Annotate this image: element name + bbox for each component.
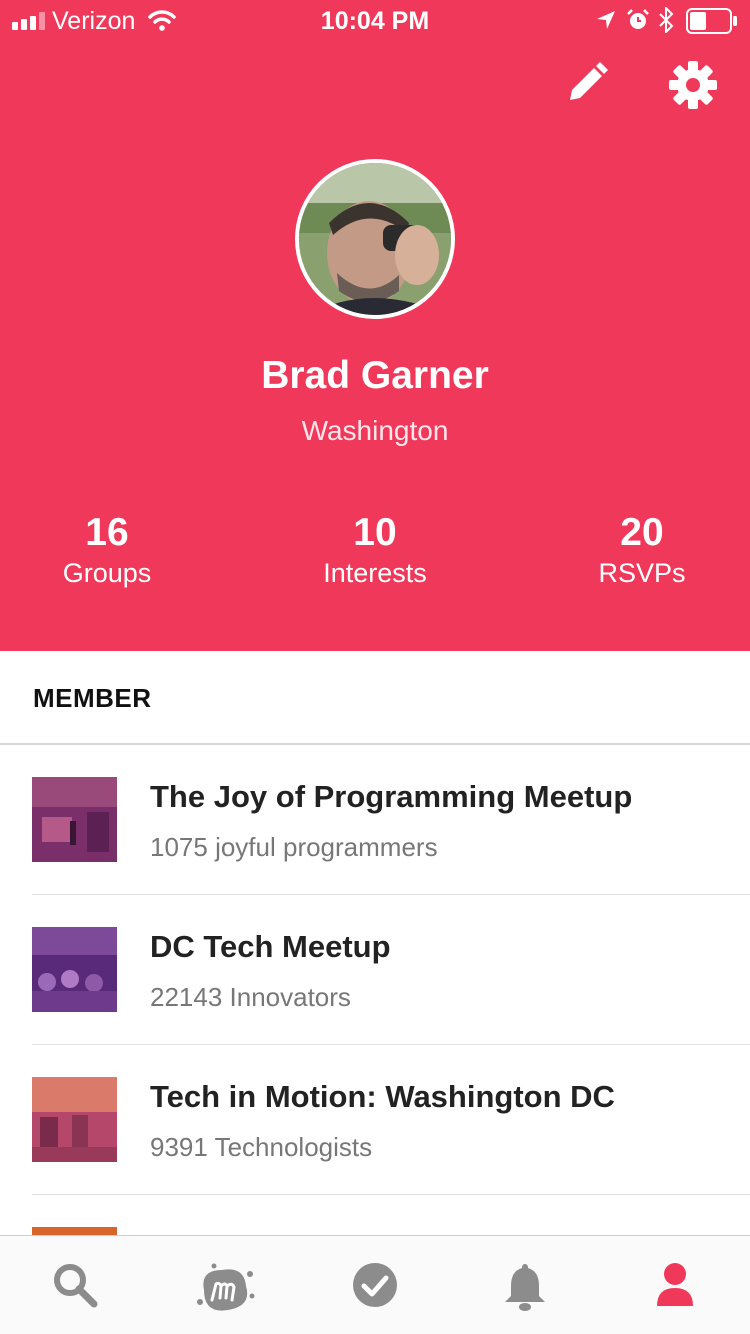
profile-location: Washington (301, 415, 449, 446)
group-member-count: 9391 Technologists (150, 1132, 373, 1162)
avatar-photo (299, 163, 451, 315)
list-item[interactable]: DC Tech Meetup 22143 Innovators (0, 895, 750, 1045)
meetup-logo-icon (197, 1263, 255, 1311)
tab-notifications[interactable] (450, 1236, 600, 1334)
list-item[interactable]: Tech in Motion: Washington DC 9391 Techn… (0, 1045, 750, 1195)
section-title: MEMBER (33, 683, 152, 713)
tab-explore[interactable] (150, 1236, 300, 1334)
group-name: DC Tech Meetup (150, 929, 391, 964)
stat-value: 20 (620, 511, 664, 554)
stat-label: RSVPs (598, 558, 686, 588)
edit-icon (570, 62, 608, 100)
settings-icon (669, 61, 717, 109)
alarm-icon (627, 9, 649, 29)
group-member-count: 22143 Innovators (150, 982, 351, 1012)
group-member-count: 1075 joyful programmers (150, 832, 438, 862)
search-icon (54, 1264, 98, 1308)
stat-value: 10 (353, 511, 397, 554)
stat-label: Interests (323, 558, 427, 588)
status-bar: Verizon 10:04 PM (0, 0, 750, 40)
bluetooth-icon (659, 7, 674, 33)
tab-profile[interactable] (600, 1236, 750, 1334)
tab-calendar[interactable] (300, 1236, 450, 1334)
group-name: The Joy of Programming Meetup (150, 779, 633, 814)
group-name: Tech in Motion: Washington DC (150, 1079, 615, 1114)
bell-icon (505, 1264, 545, 1311)
profile-icon (657, 1263, 693, 1306)
tab-bar (0, 1235, 750, 1334)
tab-search[interactable] (0, 1236, 150, 1334)
profile-header: Verizon 10:04 PM Brad Garner Washington … (0, 0, 750, 651)
settings-button[interactable] (666, 58, 720, 112)
group-thumbnail (32, 777, 117, 862)
profile-name: Brad Garner (261, 354, 489, 397)
group-thumbnail (32, 1077, 117, 1162)
battery-icon (686, 8, 737, 34)
stat-label: Groups (62, 558, 152, 588)
stat-rsvps[interactable]: 20 RSVPs (542, 510, 742, 589)
location-icon (597, 11, 615, 29)
stat-groups[interactable]: 16 Groups (7, 510, 207, 589)
edit-button[interactable] (562, 58, 612, 108)
avatar[interactable] (295, 159, 455, 319)
group-list: The Joy of Programming Meetup 1075 joyfu… (0, 745, 750, 1195)
list-item[interactable]: The Joy of Programming Meetup 1075 joyfu… (0, 745, 750, 895)
stat-value: 16 (85, 511, 129, 554)
group-thumbnail (32, 927, 117, 1012)
stat-interests[interactable]: 10 Interests (275, 510, 475, 589)
checkmark-icon (353, 1263, 397, 1307)
section-header: MEMBER (0, 651, 750, 745)
